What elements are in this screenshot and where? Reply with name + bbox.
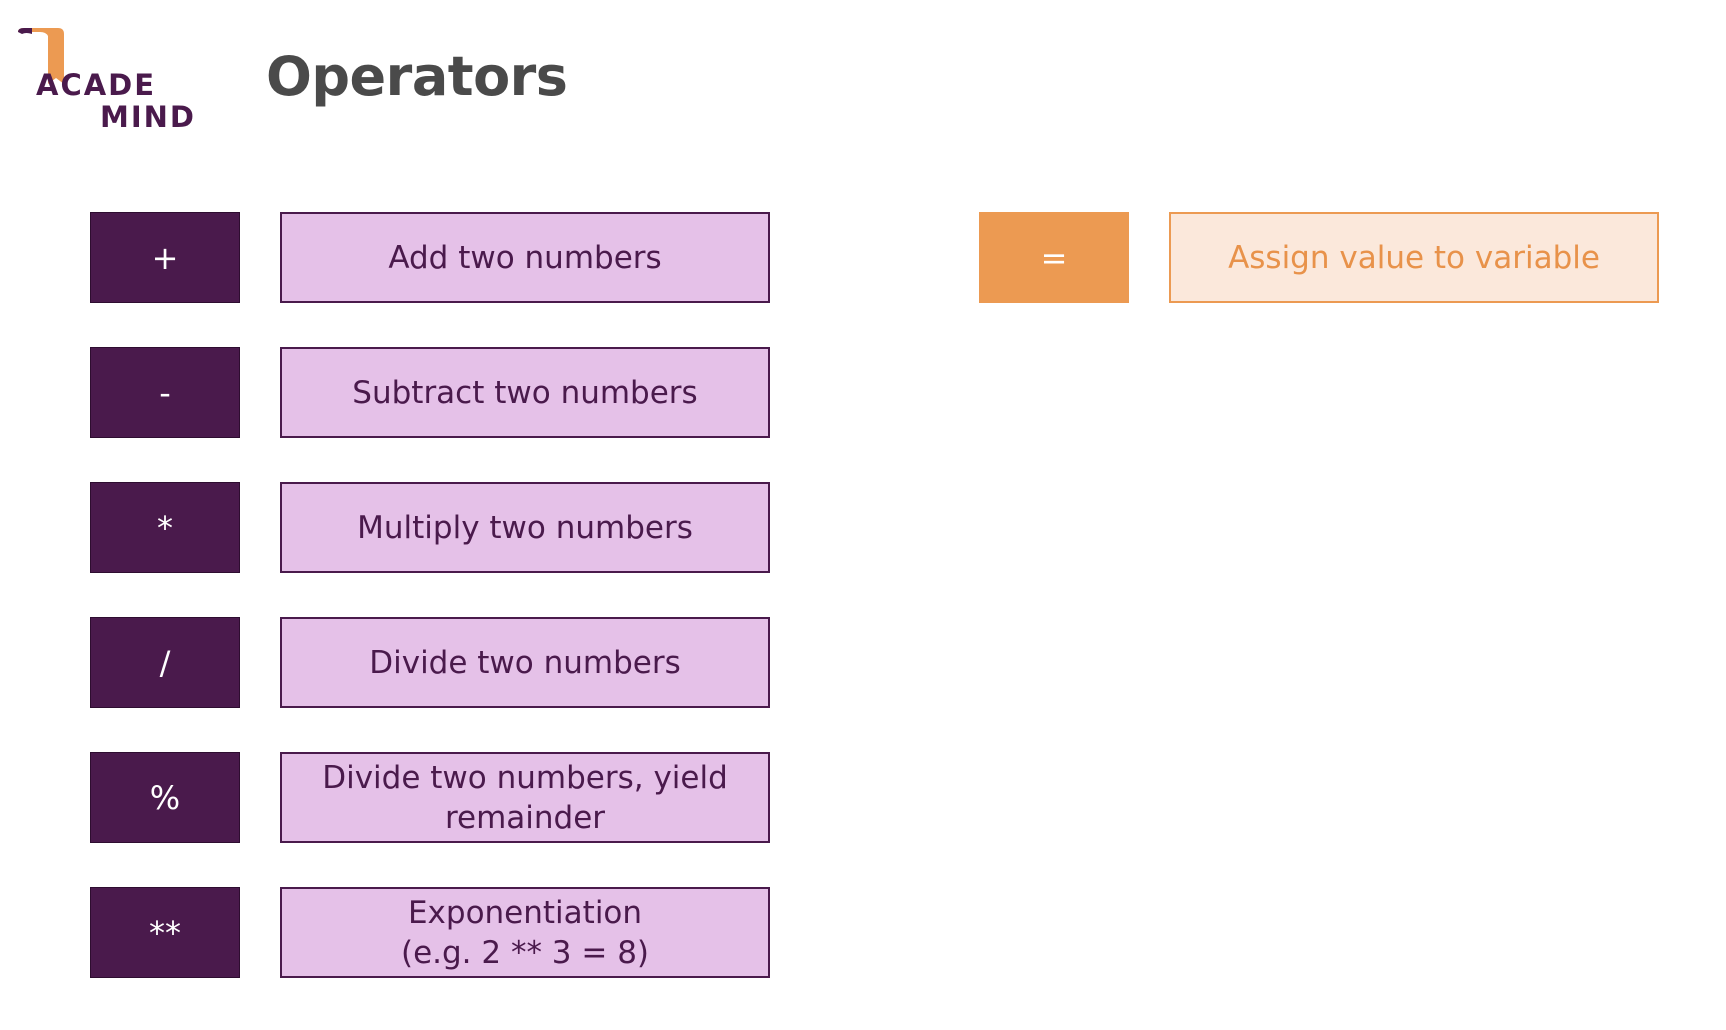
operator-description: Divide two numbers — [280, 617, 770, 708]
assignment-operator-symbol: = — [979, 212, 1129, 303]
operator-description: Exponentiation (e.g. 2 ** 3 = 8) — [280, 887, 770, 978]
assignment-operator-description: Assign value to variable — [1169, 212, 1659, 303]
operator-symbol: % — [90, 752, 240, 843]
operator-symbol: + — [90, 212, 240, 303]
page-title: Operators — [266, 45, 568, 108]
operator-symbol: * — [90, 482, 240, 573]
operator-symbol: - — [90, 347, 240, 438]
academind-logo-graphic: ACADE MIND — [18, 28, 196, 134]
operator-description: Divide two numbers, yield remainder — [280, 752, 770, 843]
logo-text-line2: MIND — [100, 100, 196, 134]
operator-description: Multiply two numbers — [280, 482, 770, 573]
operator-description: Add two numbers — [280, 212, 770, 303]
operator-symbol: ** — [90, 887, 240, 978]
logo-text-line1: ACADE — [36, 68, 156, 102]
logo-banner-curl — [18, 28, 32, 34]
operator-symbol: / — [90, 617, 240, 708]
academind-logo: ACADE MIND — [16, 28, 196, 136]
operator-description: Subtract two numbers — [280, 347, 770, 438]
